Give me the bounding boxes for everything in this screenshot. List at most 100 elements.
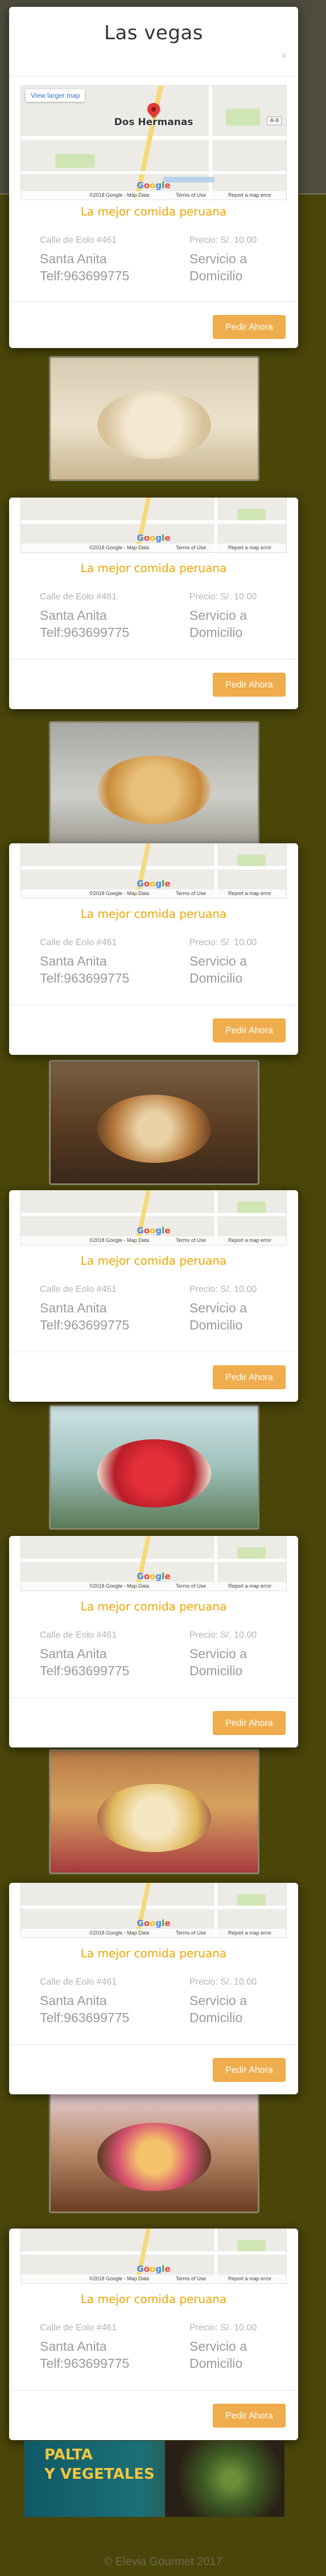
address-label: Calle de Eolo #461 bbox=[40, 938, 117, 947]
map-road bbox=[21, 1906, 286, 1909]
map-park bbox=[237, 855, 266, 866]
map-data-credit: ©2018 Google - Map Data bbox=[89, 891, 150, 896]
location-map[interactable]: View larger map Dos Hermanas A-8 Google … bbox=[20, 85, 287, 200]
map-footer: ©2018 Google - Map Data Terms of Use Rep… bbox=[21, 1582, 286, 1591]
google-logo: Google bbox=[137, 1571, 171, 1581]
map-park bbox=[226, 109, 260, 126]
order-now-button[interactable]: Pedir Ahora bbox=[213, 2058, 286, 2082]
order-modal: Las vegas × View larger map Dos Hermanas… bbox=[9, 7, 298, 348]
map-terms-link[interactable]: Terms of Use bbox=[176, 2276, 206, 2281]
map-terms-link[interactable]: Terms of Use bbox=[176, 192, 206, 198]
order-modal: Google ©2018 Google - Map Data Terms of … bbox=[9, 1190, 298, 1402]
map-footer: ©2018 Google - Map Data Terms of Use Rep… bbox=[21, 889, 286, 898]
location-map[interactable]: Google ©2018 Google - Map Data Terms of … bbox=[20, 2229, 287, 2284]
google-logo: Google bbox=[137, 180, 171, 190]
district-text: Santa Anita bbox=[40, 1646, 107, 1661]
close-icon[interactable]: × bbox=[280, 50, 287, 62]
footer-divider bbox=[9, 301, 298, 302]
tagline: La mejor comida peruana bbox=[80, 1254, 227, 1268]
map-road bbox=[21, 520, 286, 524]
order-now-button[interactable]: Pedir Ahora bbox=[213, 315, 286, 339]
phone-text: Telf:963699775 bbox=[40, 2010, 130, 2025]
price-label: Precio: S/. 10.00 bbox=[189, 2323, 257, 2333]
location-map[interactable]: Google ©2018 Google - Map Data Terms of … bbox=[20, 843, 287, 898]
promo-banner: PALTA Y VEGETALES bbox=[24, 2441, 284, 2517]
order-now-button[interactable]: Pedir Ahora bbox=[213, 673, 286, 697]
service-text-line1: Servicio a bbox=[189, 251, 247, 266]
map-data-credit: ©2018 Google - Map Data bbox=[89, 192, 150, 198]
location-map[interactable]: Google ©2018 Google - Map Data Terms of … bbox=[20, 1536, 287, 1591]
map-report-link[interactable]: Report a map error bbox=[228, 2276, 271, 2281]
banner-text-line2: Y VEGETALES bbox=[44, 2466, 155, 2483]
phone-text: Telf:963699775 bbox=[40, 2356, 130, 2371]
map-park bbox=[237, 2240, 266, 2251]
address-label: Calle de Eolo #461 bbox=[40, 1285, 117, 1294]
map-report-link[interactable]: Report a map error bbox=[228, 891, 271, 896]
map-park bbox=[237, 1202, 266, 1213]
map-data-credit: ©2018 Google - Map Data bbox=[89, 1583, 150, 1589]
map-terms-link[interactable]: Terms of Use bbox=[176, 545, 206, 550]
price-label: Precio: S/. 10.00 bbox=[189, 938, 257, 947]
view-larger-map-link[interactable]: View larger map bbox=[26, 89, 85, 102]
location-map[interactable]: Google ©2018 Google - Map Data Terms of … bbox=[20, 1190, 287, 1245]
tagline: La mejor comida peruana bbox=[80, 1947, 227, 1960]
footer-divider bbox=[9, 1697, 298, 1698]
district-text: Santa Anita bbox=[40, 2339, 107, 2354]
food-photo bbox=[49, 721, 259, 846]
map-park bbox=[237, 509, 266, 520]
tagline: La mejor comida peruana bbox=[80, 907, 227, 921]
order-modal: Google ©2018 Google - Map Data Terms of … bbox=[9, 2229, 298, 2440]
copyright-footer: © Elevia Gourmet 2017 bbox=[104, 2556, 222, 2568]
food-photo bbox=[49, 2088, 259, 2213]
map-road bbox=[21, 2251, 286, 2255]
order-now-button[interactable]: Pedir Ahora bbox=[213, 2404, 286, 2428]
map-footer: ©2018 Google - Map Data Terms of Use Rep… bbox=[21, 1236, 286, 1245]
map-terms-link[interactable]: Terms of Use bbox=[176, 1583, 206, 1589]
address-label: Calle de Eolo #461 bbox=[40, 2323, 117, 2333]
district-text: Santa Anita bbox=[40, 1301, 107, 1315]
tagline: La mejor comida peruana bbox=[80, 561, 227, 575]
map-road bbox=[209, 86, 212, 200]
map-park bbox=[55, 154, 95, 168]
map-terms-link[interactable]: Terms of Use bbox=[176, 1237, 206, 1243]
location-map[interactable]: Google ©2018 Google - Map Data Terms of … bbox=[20, 1883, 287, 1938]
tagline: La mejor comida peruana bbox=[80, 1600, 227, 1613]
service-text-line1: Servicio a bbox=[189, 1646, 247, 1661]
map-terms-link[interactable]: Terms of Use bbox=[176, 1930, 206, 1936]
service-text-line1: Servicio a bbox=[189, 608, 247, 623]
service-text-line2: Domicilio bbox=[189, 2010, 243, 2025]
service-text-line1: Servicio a bbox=[189, 1993, 247, 2008]
order-now-button[interactable]: Pedir Ahora bbox=[213, 1018, 286, 1042]
map-road bbox=[21, 136, 286, 140]
map-road bbox=[21, 1559, 286, 1562]
order-now-button[interactable]: Pedir Ahora bbox=[213, 1711, 286, 1735]
food-photo bbox=[49, 1060, 259, 1185]
google-logo: Google bbox=[137, 879, 171, 889]
district-text: Santa Anita bbox=[40, 954, 107, 968]
map-data-credit: ©2018 Google - Map Data bbox=[89, 1237, 150, 1243]
map-highway-badge: A-8 bbox=[267, 117, 282, 125]
service-text-line2: Domicilio bbox=[189, 1663, 243, 1678]
order-modal: Google ©2018 Google - Map Data Terms of … bbox=[9, 843, 298, 1055]
location-map[interactable]: Google ©2018 Google - Map Data Terms of … bbox=[20, 498, 287, 553]
map-road bbox=[21, 171, 286, 174]
map-footer: ©2018 Google - Map Data Terms of Use Rep… bbox=[21, 2275, 286, 2283]
address-label: Calle de Eolo #461 bbox=[40, 1630, 117, 1640]
district-text: Santa Anita bbox=[40, 1993, 107, 2008]
map-report-link[interactable]: Report a map error bbox=[228, 192, 271, 198]
map-report-link[interactable]: Report a map error bbox=[228, 545, 271, 550]
tagline: La mejor comida peruana bbox=[80, 205, 227, 218]
map-data-credit: ©2018 Google - Map Data bbox=[89, 2276, 150, 2281]
page: { "modal": { "title": "Las vegas", "clos… bbox=[0, 0, 326, 2576]
header-divider bbox=[9, 76, 298, 77]
order-now-button[interactable]: Pedir Ahora bbox=[213, 1365, 286, 1389]
service-text-line1: Servicio a bbox=[189, 1301, 247, 1315]
price-label: Precio: S/. 10.00 bbox=[189, 1977, 257, 1987]
map-report-link[interactable]: Report a map error bbox=[228, 1583, 271, 1589]
food-photo bbox=[49, 356, 259, 481]
order-modal: Google ©2018 Google - Map Data Terms of … bbox=[9, 498, 298, 709]
map-report-link[interactable]: Report a map error bbox=[228, 1237, 271, 1243]
map-report-link[interactable]: Report a map error bbox=[228, 1930, 271, 1936]
map-terms-link[interactable]: Terms of Use bbox=[176, 891, 206, 896]
phone-text: Telf:963699775 bbox=[40, 971, 130, 985]
